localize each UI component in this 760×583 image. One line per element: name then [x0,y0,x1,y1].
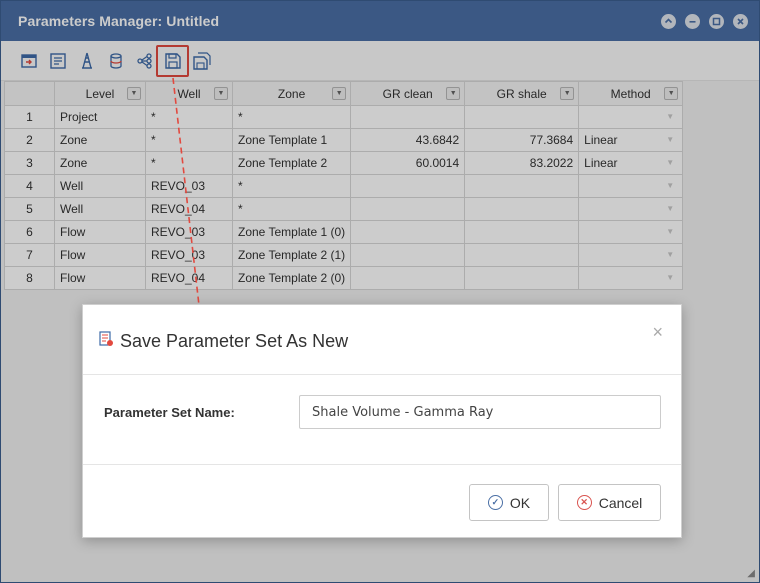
dialog-title: Save Parameter Set As New [120,331,349,351]
save-parameter-set-dialog: Save Parameter Set As New × Parameter Se… [82,304,682,538]
cancel-icon: ✕ [576,495,592,510]
ok-button[interactable]: ✓ OK [469,484,549,521]
dialog-header: Save Parameter Set As New × [83,305,681,375]
parameter-set-name-input[interactable] [299,395,661,429]
parameter-set-name-label: Parameter Set Name: [104,405,235,420]
cancel-button[interactable]: ✕ Cancel [558,484,661,521]
check-icon: ✓ [487,495,503,510]
ok-label: OK [509,494,531,511]
cancel-label: Cancel [598,494,643,511]
dialog-body: Parameter Set Name: [83,375,681,465]
close-icon[interactable]: × [652,322,663,343]
parameter-set-icon [98,331,114,350]
